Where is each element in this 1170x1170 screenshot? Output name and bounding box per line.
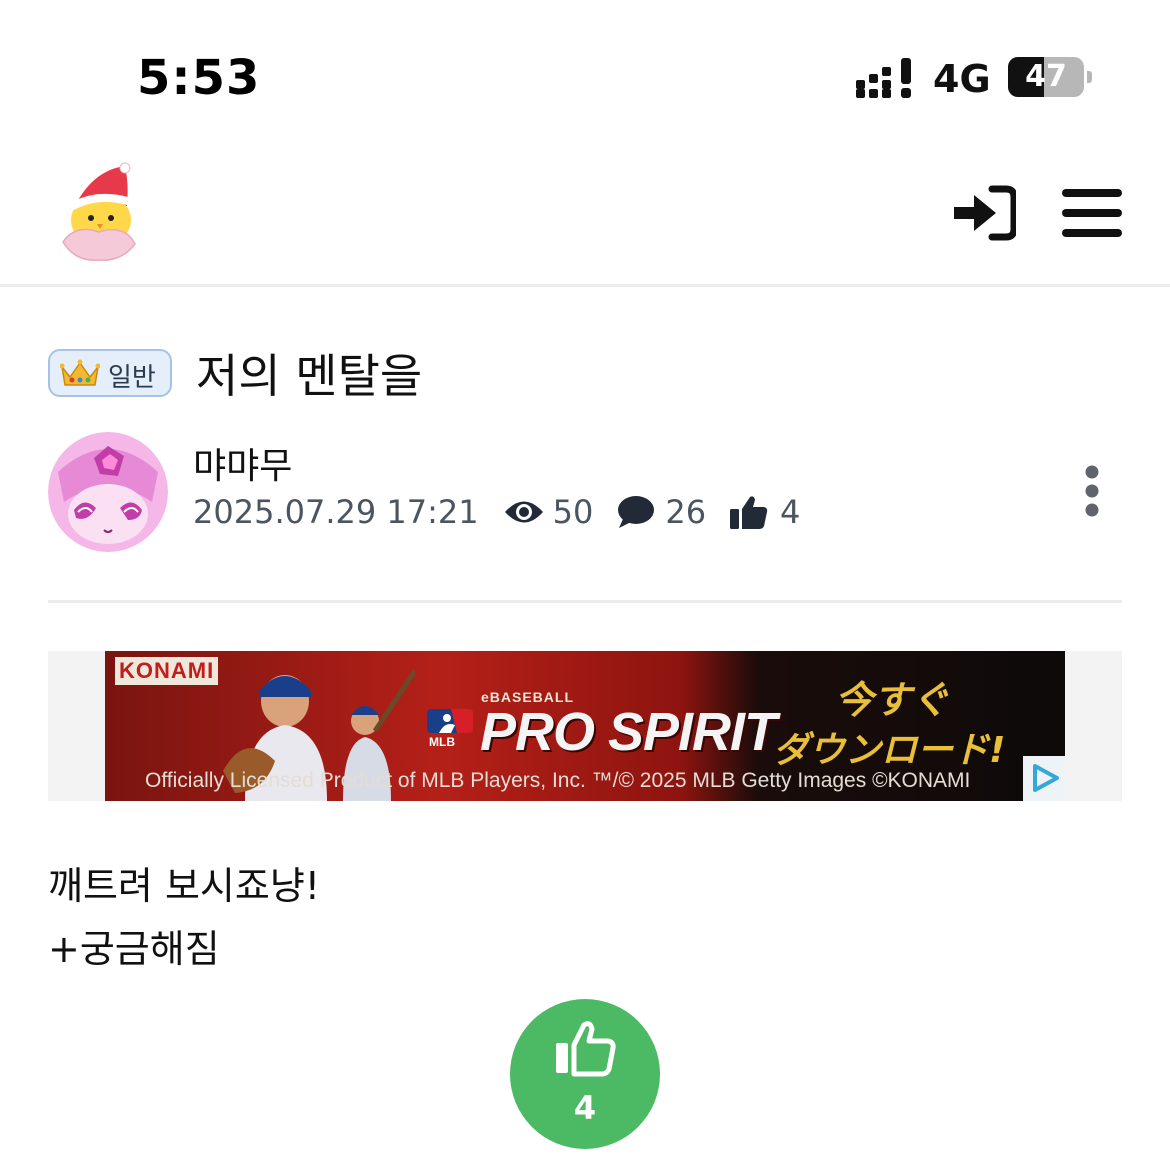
post-title: 저의 멘탈을 [196,349,423,403]
view-count: 50 [552,493,594,531]
thumbs-up-outline-icon [556,1021,616,1077]
post-body-line: +궁금해짐 [48,927,220,971]
eye-icon [504,501,543,523]
ad-choices-icon[interactable] [1023,756,1065,801]
ad-cta-line1: 今すぐ [835,678,950,722]
ad-cta-line2: ダウンロード! [773,730,1006,771]
thumbs-up-icon [730,496,768,529]
battery-tip [1087,71,1092,83]
mlb-logo-text: MLB [429,735,455,747]
author-name[interactable]: 먀먀무 [193,437,292,489]
content-divider [48,600,1122,603]
battery-icon: 47 [1008,57,1084,97]
like-button-count: 4 [573,1089,597,1127]
post-meta: 2025.07.29 17:21 50 26 4 [193,490,800,534]
signal-icon [856,58,911,98]
category-label: 일반 [108,363,156,393]
mlb-logo: MLB [427,709,473,747]
crown-icon [60,359,100,386]
header-divider [0,284,1170,287]
network-type: 4G [933,57,991,101]
comment-icon [618,496,655,528]
hamburger-menu-icon[interactable] [1062,189,1122,237]
status-time: 5:53 [137,50,261,106]
ad-container: KONAMI eBASEBALL MLB PRO SPIRIT 今すぐ ダウンロ… [48,651,1122,801]
author-avatar[interactable] [48,432,168,552]
santa-chick-logo[interactable] [55,162,139,266]
like-count: 4 [780,493,801,531]
ad-banner[interactable]: KONAMI eBASEBALL MLB PRO SPIRIT 今すぐ ダウンロ… [105,651,1065,801]
login-icon[interactable] [952,185,1016,241]
like-button[interactable]: 4 [510,999,660,1149]
ad-headline: PRO SPIRIT [480,702,777,762]
ad-brand: KONAMI [115,657,219,685]
post-date: 2025.07.29 17:21 [193,493,479,531]
battery-percent: 47 [1025,59,1067,94]
post-body-line: 깨트려 보시죠냥! [48,864,321,908]
more-options-icon[interactable] [1078,462,1106,522]
comment-count: 26 [665,493,707,531]
ad-footer: Officially Licensed Product of MLB Playe… [145,769,971,792]
category-badge[interactable]: 일반 [48,349,172,397]
